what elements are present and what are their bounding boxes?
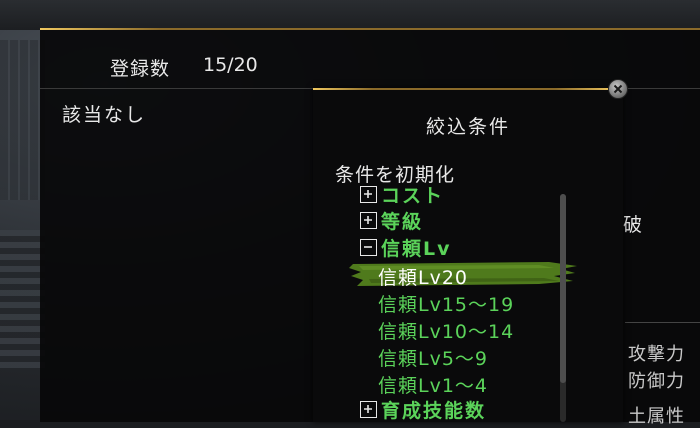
category-label: コスト <box>381 184 445 207</box>
background-top <box>0 0 700 30</box>
category-label: 育成技能数 <box>381 399 487 422</box>
filter-title: 絞込条件 <box>425 116 510 138</box>
stats-divider <box>625 322 700 323</box>
category-grade[interactable]: 等級 <box>360 208 424 233</box>
scrollbar-thumb[interactable] <box>560 194 566 384</box>
filter-panel: 絞込条件 条件を初期化 コスト 等級 信頼Lv 信頼Lv20 信頼Lv15～19… <box>313 88 623 422</box>
category-cost[interactable]: コスト <box>360 182 445 207</box>
trust-option-lv10-14[interactable]: 信頼Lv10～14 <box>378 317 514 344</box>
minus-box-icon <box>360 238 377 256</box>
background-wall <box>0 40 45 200</box>
trust-option-lv15-19[interactable]: 信頼Lv15～19 <box>378 290 514 317</box>
trust-option-lv1-4[interactable]: 信頼Lv1～4 <box>378 371 488 398</box>
category-trust-level[interactable]: 信頼Lv <box>360 235 452 260</box>
trust-option-lv20[interactable]: 信頼Lv20 <box>378 263 468 290</box>
category-label: 信頼Lv <box>381 237 452 260</box>
trust-option-lv5-9[interactable]: 信頼Lv5～9 <box>378 344 488 371</box>
plus-box-icon <box>360 211 377 229</box>
stat-earth-attribute: 土属性 <box>628 406 685 427</box>
background-roof <box>0 230 45 370</box>
filter-scrollbar[interactable] <box>560 194 566 422</box>
close-button[interactable] <box>608 79 628 99</box>
registered-count-value: 15/20 <box>203 54 258 76</box>
no-match-text: 該当なし <box>62 104 147 126</box>
category-training-skills[interactable]: 育成技能数 <box>360 397 487 422</box>
plus-box-icon <box>360 400 377 418</box>
stat-attack: 攻撃力 <box>628 344 685 365</box>
partial-text: 破 <box>623 214 643 236</box>
plus-box-icon <box>360 185 377 203</box>
category-label: 等級 <box>381 210 424 233</box>
stat-defense: 防御力 <box>628 371 685 392</box>
registered-count-label: 登録数 <box>110 58 171 80</box>
close-icon <box>613 84 623 94</box>
